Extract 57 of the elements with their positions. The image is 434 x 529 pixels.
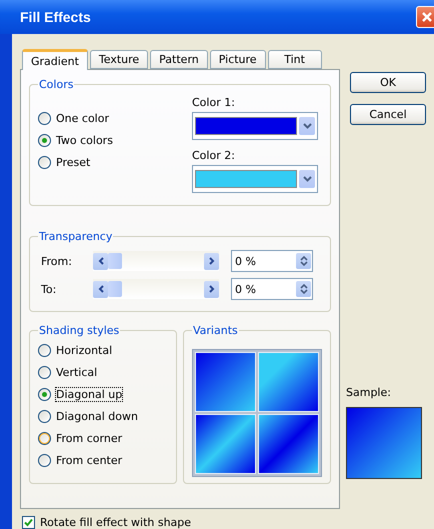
checkbox-label: Rotate fill effect with shape — [40, 516, 192, 528]
tab[interactable]: Texture — [90, 50, 148, 69]
chevron-right-icon[interactable] — [204, 252, 219, 270]
sample-label: Sample: — [346, 386, 392, 399]
close-icon — [421, 11, 433, 23]
tab[interactable]: Picture — [210, 50, 266, 69]
radio-label: From center — [56, 454, 122, 467]
chevron-down-icon — [302, 123, 312, 129]
dialog-button[interactable]: Cancel — [350, 104, 426, 125]
group-title: Colors — [38, 78, 74, 91]
check-icon — [24, 518, 33, 526]
chevron-right-icon[interactable] — [204, 280, 219, 298]
dialog-button[interactable]: OK — [350, 72, 426, 93]
percent-spinbox[interactable]: 0 % — [231, 278, 313, 300]
radio-button[interactable] — [38, 366, 51, 379]
window-title: Fill Effects — [20, 9, 91, 25]
radio-button[interactable] — [38, 344, 51, 357]
radio-button[interactable] — [38, 410, 51, 423]
radio-label: Horizontal — [56, 344, 112, 357]
slider-label: From: — [40, 254, 73, 268]
slider-thumb[interactable] — [108, 281, 122, 297]
tab[interactable]: Pattern — [150, 50, 208, 69]
spin-arrows-icon — [300, 283, 308, 295]
radio-label: Preset — [56, 156, 90, 169]
radio-button[interactable] — [38, 454, 51, 467]
chevron-left-icon[interactable] — [93, 280, 108, 298]
radio-label: Vertical — [56, 366, 98, 379]
color-label: Color 2: — [192, 149, 236, 162]
group-title: Variants — [192, 324, 239, 337]
radio-label: Diagonal up — [56, 388, 122, 401]
radio-button[interactable] — [38, 156, 51, 169]
gradient-variant[interactable] — [195, 352, 256, 412]
tab[interactable]: Tint — [268, 50, 322, 69]
radio-button[interactable] — [38, 112, 51, 125]
slider-thumb[interactable] — [108, 253, 122, 269]
radio-label: Two colors — [56, 134, 113, 147]
color-dropdown[interactable] — [192, 112, 318, 140]
color-dropdown[interactable] — [192, 165, 318, 193]
radio-label: From corner — [56, 432, 122, 445]
close-button[interactable] — [416, 6, 434, 28]
slider-label: To: — [40, 282, 58, 296]
radio-label: Diagonal down — [56, 410, 138, 423]
tab[interactable]: Gradient — [22, 49, 88, 70]
gradient-variant[interactable] — [258, 414, 319, 474]
percent-spinbox[interactable]: 0 % — [231, 250, 313, 272]
group-title: Transparency — [38, 230, 114, 243]
chevron-down-icon — [302, 176, 312, 182]
gradient-variant[interactable] — [258, 352, 319, 412]
color-label: Color 1: — [192, 96, 236, 109]
radio-label: One color — [56, 112, 109, 125]
checkbox[interactable] — [22, 516, 35, 528]
spin-arrows-icon — [300, 255, 308, 267]
group-title: Shading styles — [38, 324, 120, 337]
chevron-left-icon[interactable] — [93, 252, 108, 270]
gradient-variant[interactable] — [195, 414, 256, 474]
radio-button[interactable] — [38, 134, 51, 147]
radio-button[interactable] — [38, 388, 51, 401]
